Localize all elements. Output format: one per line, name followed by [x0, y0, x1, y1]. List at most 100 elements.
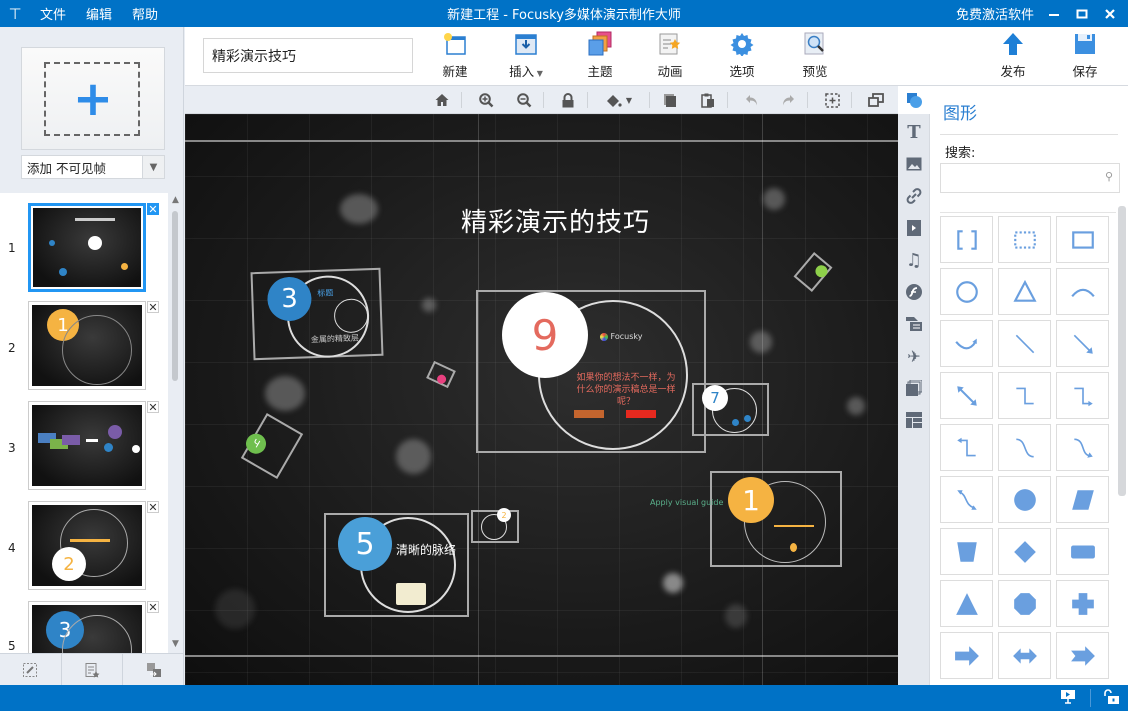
shape-right-arrow[interactable] — [940, 632, 993, 679]
scroll-down-icon[interactable]: ▼ — [168, 639, 183, 649]
shape-s-curve[interactable] — [998, 424, 1051, 471]
paste-icon[interactable] — [697, 90, 719, 110]
window-restore-icon[interactable] — [865, 90, 887, 110]
text-icon[interactable]: T — [898, 118, 930, 146]
shape-bracket[interactable] — [940, 216, 993, 263]
new-button[interactable]: 新建 — [425, 31, 485, 81]
theme-button[interactable]: 主题 — [570, 31, 630, 81]
options-button[interactable]: 选项 — [712, 31, 772, 81]
add-frame-type-select[interactable]: 添加 不可见帧 ▼ — [21, 155, 165, 179]
delete-frame-button[interactable]: ✕ — [147, 601, 159, 613]
menu-file[interactable]: 文件 — [30, 4, 76, 23]
shape-curved-arrow[interactable] — [940, 320, 993, 367]
edit-frame-icon[interactable] — [0, 654, 62, 685]
fill-bucket-icon[interactable]: ▼ — [601, 90, 637, 110]
shape-dotted-rect[interactable] — [998, 216, 1051, 263]
shape-rounded-rect[interactable] — [1056, 528, 1109, 575]
canvas-frame-9[interactable]: 9 Focusky 如果你的想法不一样，为什么你的演示稿总是一样呢？ — [476, 290, 706, 453]
shape-elbow-arrow-up[interactable] — [940, 424, 993, 471]
shape-circle-outline[interactable] — [940, 268, 993, 315]
delete-frame-button[interactable]: ✕ — [147, 203, 159, 215]
add-frame-button[interactable]: + — [21, 47, 165, 150]
canvas-frame-small[interactable]: 2 — [471, 508, 519, 543]
insert-button[interactable]: 插入 ▼ — [496, 31, 556, 81]
shape-cross[interactable] — [1056, 580, 1109, 627]
home-icon[interactable] — [431, 90, 453, 110]
delete-frame-button[interactable]: ✕ — [147, 301, 159, 313]
presentation-mode-icon[interactable] — [1060, 689, 1076, 709]
minimize-button[interactable] — [1040, 0, 1068, 27]
shape-s-curve-arrow[interactable] — [1056, 424, 1109, 471]
shape-circle-filled[interactable] — [998, 476, 1051, 523]
shape-line[interactable] — [998, 320, 1051, 367]
canvas-frame-1[interactable]: 1 — [710, 471, 842, 567]
shape-triangle-outline[interactable] — [998, 268, 1051, 315]
shape-rect[interactable] — [1056, 216, 1109, 263]
close-button[interactable] — [1096, 0, 1124, 27]
zoom-in-icon[interactable] — [475, 90, 497, 110]
lock-icon[interactable] — [557, 90, 579, 110]
flash-icon[interactable] — [898, 278, 930, 306]
zoom-out-icon[interactable] — [513, 90, 535, 110]
canvas-title[interactable]: 精彩演示的技巧 — [461, 202, 650, 239]
fit-frame-icon[interactable] — [821, 90, 843, 110]
canvas-frame-7[interactable]: 7 — [692, 383, 769, 436]
project-name-input[interactable]: 精彩演示技巧 — [203, 38, 413, 73]
presentation-icon[interactable]: ⊤ — [0, 5, 30, 23]
shape-double-s-arrow[interactable] — [940, 476, 993, 523]
layers-icon[interactable] — [898, 374, 930, 402]
image-icon[interactable] — [898, 150, 930, 178]
music-icon[interactable]: ♫ — [898, 246, 930, 274]
unlock-icon[interactable] — [1102, 689, 1120, 709]
activate-link[interactable]: 免费激活软件 — [956, 4, 1034, 23]
frame-thumbnail-3[interactable] — [28, 401, 146, 490]
lightbulb-icon — [790, 543, 797, 552]
shapes-scrollbar[interactable] — [1118, 206, 1126, 496]
menu-help[interactable]: 帮助 — [122, 4, 168, 23]
link-icon[interactable] — [898, 182, 930, 210]
shape-parallelogram[interactable] — [1056, 476, 1109, 523]
chevron-down-icon[interactable]: ▼ — [142, 156, 164, 178]
swap-frame-icon[interactable] — [123, 654, 184, 685]
shape-chevron-arrow[interactable] — [1056, 632, 1109, 679]
frame-list-scrollbar[interactable]: ▲ ▼ — [168, 193, 183, 653]
shape-double-arrow-line[interactable] — [940, 372, 993, 419]
frame-thumbnail-1[interactable] — [28, 203, 146, 292]
delete-frame-button[interactable]: ✕ — [147, 401, 159, 413]
search-icon[interactable]: ⚲ — [1105, 170, 1113, 183]
publish-button[interactable]: 发布 — [983, 31, 1043, 81]
delete-frame-button[interactable]: ✕ — [147, 501, 159, 513]
frame-thumbnail-4[interactable]: 2 — [28, 501, 146, 590]
plane-icon[interactable]: ✈ — [898, 342, 930, 370]
scrollbar-thumb[interactable] — [172, 211, 178, 381]
shape-trapezoid[interactable] — [940, 528, 993, 575]
layout-icon[interactable] — [898, 406, 930, 434]
shape-triangle-filled[interactable] — [940, 580, 993, 627]
save-button[interactable]: 保存 — [1055, 31, 1115, 81]
video-icon[interactable] — [898, 214, 930, 242]
shape-arc[interactable] — [1056, 268, 1109, 315]
undo-icon[interactable] — [741, 90, 763, 110]
shape-elbow-arrow[interactable] — [1056, 372, 1109, 419]
frame-thumbnail-2[interactable]: 1 — [28, 301, 146, 390]
frame-thumbnail-5[interactable]: 3 — [28, 601, 146, 653]
shape-left-right-arrow[interactable] — [998, 632, 1051, 679]
smartart-icon[interactable] — [898, 310, 930, 338]
canvas-frame-5[interactable]: 5 清晰的脉络 — [324, 513, 469, 617]
shape-search-input[interactable]: ⚲ — [940, 163, 1120, 193]
animation-button[interactable]: 动画 — [640, 31, 700, 81]
preview-button[interactable]: 预览 — [785, 31, 845, 81]
shape-icon[interactable] — [898, 86, 930, 114]
editing-canvas[interactable]: 精彩演示的技巧 3 标题 金属的精致层 9 Focusky 如果你的想法不一样，… — [185, 114, 898, 685]
copy-icon[interactable] — [659, 90, 681, 110]
canvas-frame-3[interactable]: 3 标题 金属的精致层 — [250, 267, 384, 361]
shape-diamond[interactable] — [998, 528, 1051, 575]
shape-arrow-line[interactable] — [1056, 320, 1109, 367]
shape-elbow-line[interactable] — [998, 372, 1051, 419]
redo-icon[interactable] — [777, 90, 799, 110]
shape-octagon[interactable] — [998, 580, 1051, 627]
menu-edit[interactable]: 编辑 — [76, 4, 122, 23]
frame-animation-icon[interactable] — [62, 654, 124, 685]
scroll-up-icon[interactable]: ▲ — [168, 195, 183, 205]
maximize-button[interactable] — [1068, 0, 1096, 27]
